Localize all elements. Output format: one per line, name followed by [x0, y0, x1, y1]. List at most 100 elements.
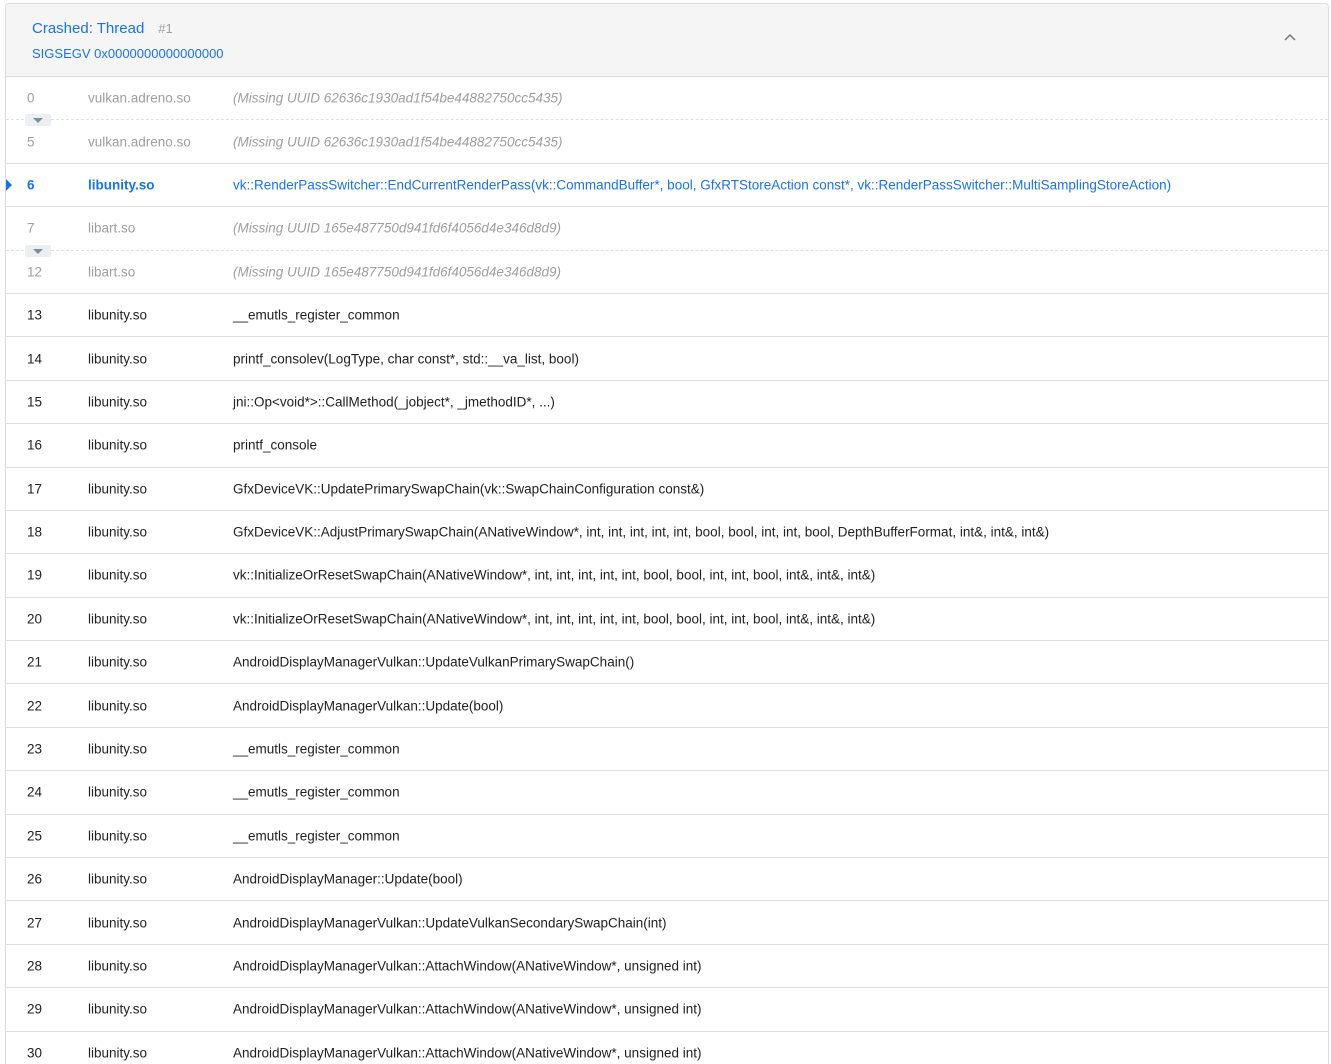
frame-row[interactable]: 21 libunity.so AndroidDisplayManagerVulkan…	[6, 641, 1328, 685]
frame-library: libunity.so	[88, 307, 148, 323]
frame-library: libunity.so	[88, 958, 148, 974]
thread-title: Crashed: Thread #1	[32, 20, 173, 37]
stack-trace-panel: Crashed: Thread #1 SIGSEGV 0x000000000000…	[5, 3, 1329, 1064]
frame-symbol: AndroidDisplayManager::Update(bool)	[233, 871, 463, 887]
frame-library: vulkan.adreno.so	[88, 134, 191, 150]
frame-number: 15	[27, 394, 43, 410]
frame-symbol: __emutls_register_common	[233, 784, 400, 800]
frame-number: 26	[27, 871, 43, 887]
frame-library: libunity.so	[88, 915, 148, 931]
frame-row[interactable]: 28 libunity.so AndroidDisplayManagerVulkan…	[6, 945, 1328, 989]
crash-pointer-icon	[6, 178, 12, 191]
frame-number: 18	[27, 524, 43, 540]
frame-row[interactable]: 26 libunity.so AndroidDisplayManager::Upda…	[6, 858, 1328, 902]
frame-number: 7	[27, 220, 35, 236]
frame-library: libunity.so	[88, 784, 148, 800]
frame-library: libunity.so	[88, 828, 148, 844]
frame-library: libunity.so	[88, 871, 148, 887]
frame-symbol: GfxDeviceVK::AdjustPrimarySwapChain(ANat…	[233, 524, 1050, 540]
frame-symbol: (Missing UUID 62636c1930ad1f54be44882750…	[233, 134, 563, 150]
frame-number: 24	[27, 784, 43, 800]
frame-symbol: (Missing UUID 62636c1930ad1f54be44882750…	[233, 90, 563, 106]
frame-symbol: jni::Op<void*>::CallMethod(_jobject*, _j…	[233, 394, 555, 410]
frame-row[interactable]: 18 libunity.so GfxDeviceVK::AdjustPrimaryS…	[6, 511, 1328, 555]
frame-symbol: vk::InitializeOrResetSwapChain(ANativeWi…	[233, 611, 876, 627]
frame-row[interactable]: 30 libunity.so AndroidDisplayManagerVulkan…	[6, 1032, 1328, 1064]
thread-title-label: Crashed: Thread	[32, 20, 145, 37]
frame-row[interactable]: 14 libunity.so printf_consolev(LogType, ch…	[6, 337, 1328, 381]
frame-library: libunity.so	[88, 567, 148, 583]
thread-header[interactable]: Crashed: Thread #1 SIGSEGV 0x000000000000…	[6, 4, 1328, 77]
frame-number: 6	[27, 177, 35, 193]
frame-number: 12	[27, 264, 43, 280]
frame-row[interactable]: 29 libunity.so AndroidDisplayManagerVulkan…	[6, 988, 1328, 1032]
frame-symbol: __emutls_register_common	[233, 741, 400, 757]
frame-symbol: printf_console	[233, 437, 318, 453]
frame-number: 21	[27, 654, 43, 670]
frame-row[interactable]: 25 libunity.so __emutls_register_common	[6, 815, 1328, 859]
frame-number: 14	[27, 351, 43, 367]
frame-symbol: AndroidDisplayManagerVulkan::UpdateVulka…	[233, 915, 667, 931]
expand-frames-chevron-down-icon[interactable]	[25, 244, 51, 257]
frame-number: 0	[27, 90, 35, 106]
frame-row[interactable]: 20 libunity.so vk::InitializeOrResetSwapCh…	[6, 598, 1328, 642]
frame-symbol: AndroidDisplayManagerVulkan::AttachWindo…	[233, 958, 702, 974]
frame-number: 16	[27, 437, 43, 453]
frame-row[interactable]: 27 libunity.so AndroidDisplayManagerVulkan…	[6, 901, 1328, 945]
frame-library: libunity.so	[88, 437, 148, 453]
frame-row[interactable]: 5 vulkan.adreno.so (Missing UUID 62636c193…	[6, 120, 1328, 164]
frame-symbol: vk::RenderPassSwitcher::EndCurrentRender…	[233, 177, 1172, 193]
frame-row[interactable]: 24 libunity.so __emutls_register_common	[6, 771, 1328, 815]
frame-row[interactable]: 15 libunity.so jni::Op<void*>::CallMethod(…	[6, 381, 1328, 425]
frame-symbol: vk::InitializeOrResetSwapChain(ANativeWi…	[233, 567, 876, 583]
frame-library: libunity.so	[88, 394, 148, 410]
crash-signal: SIGSEGV 0x0000000000000000	[32, 46, 224, 61]
frame-symbol: __emutls_register_common	[233, 307, 400, 323]
frame-symbol: (Missing UUID 165e487750d941fd6f4056d4e3…	[233, 264, 561, 280]
frame-number: 19	[27, 567, 43, 583]
chevron-up-icon[interactable]	[1282, 30, 1298, 46]
frame-library: libunity.so	[88, 1045, 148, 1061]
frame-library: libunity.so	[88, 177, 155, 193]
frame-library: libart.so	[88, 264, 136, 280]
frame-row[interactable]: 19 libunity.so vk::InitializeOrResetSwapCh…	[6, 554, 1328, 598]
frame-library: libunity.so	[88, 1001, 148, 1017]
frame-row[interactable]: 6 libunity.so vk::RenderPassSwitcher::EndC…	[6, 164, 1328, 208]
frame-number: 23	[27, 741, 43, 757]
frame-row[interactable]: 16 libunity.so printf_console	[6, 424, 1328, 468]
frame-library: libunity.so	[88, 351, 148, 367]
frame-library: libunity.so	[88, 654, 148, 670]
frame-row[interactable]: 23 libunity.so __emutls_register_common	[6, 728, 1328, 772]
frame-library: libart.so	[88, 220, 136, 236]
frame-number: 27	[27, 915, 43, 931]
frame-symbol: AndroidDisplayManagerVulkan::Update(bool…	[233, 698, 504, 714]
frame-library: libunity.so	[88, 741, 148, 757]
frame-number: 30	[27, 1045, 43, 1061]
thread-number: #1	[158, 21, 173, 36]
frame-number: 5	[27, 134, 35, 150]
frame-symbol: GfxDeviceVK::UpdatePrimarySwapChain(vk::…	[233, 481, 705, 497]
frame-number: 22	[27, 698, 43, 714]
frame-number: 13	[27, 307, 43, 323]
frame-number: 25	[27, 828, 43, 844]
frame-symbol: printf_consolev(LogType, char const*, st…	[233, 351, 579, 367]
frame-library: libunity.so	[88, 611, 148, 627]
expand-frames-chevron-down-icon[interactable]	[25, 114, 51, 127]
frame-row[interactable]: 13 libunity.so __emutls_register_common	[6, 294, 1328, 338]
frame-library: libunity.so	[88, 524, 148, 540]
frame-row[interactable]: 17 libunity.so GfxDeviceVK::UpdatePrimaryS…	[6, 468, 1328, 511]
frame-symbol: AndroidDisplayManagerVulkan::UpdateVulka…	[233, 654, 635, 670]
frame-symbol: __emutls_register_common	[233, 828, 400, 844]
frame-row[interactable]: 22 libunity.so AndroidDisplayManagerVulkan…	[6, 684, 1328, 728]
frame-number: 28	[27, 958, 43, 974]
frame-number: 20	[27, 611, 43, 627]
frame-row[interactable]: 7 libart.so (Missing UUID 165e487750d941fd…	[6, 207, 1328, 257]
frame-library: vulkan.adreno.so	[88, 90, 191, 106]
frame-row[interactable]: 12 libart.so (Missing UUID 165e487750d941f…	[6, 251, 1328, 294]
frame-list: 0 vulkan.adreno.so (Missing UUID 62636c193…	[6, 77, 1328, 1064]
frame-library: libunity.so	[88, 698, 148, 714]
frame-row[interactable]: 0 vulkan.adreno.so (Missing UUID 62636c193…	[6, 77, 1328, 127]
frame-symbol: (Missing UUID 165e487750d941fd6f4056d4e3…	[233, 220, 561, 236]
frame-symbol: AndroidDisplayManagerVulkan::AttachWindo…	[233, 1045, 702, 1061]
frame-number: 29	[27, 1001, 43, 1017]
